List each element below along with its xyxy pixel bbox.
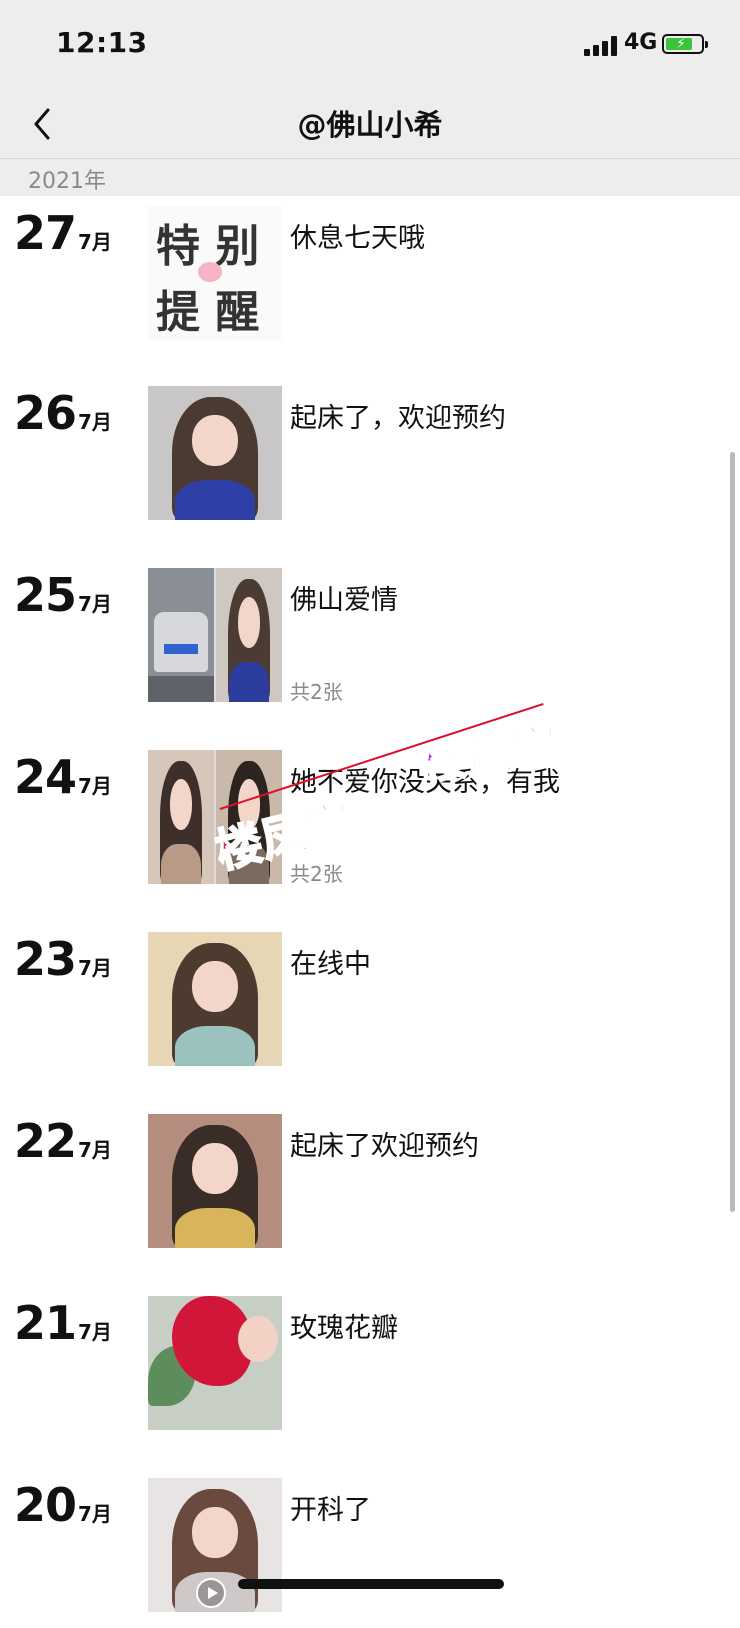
- entry-thumbnail[interactable]: [148, 1296, 282, 1430]
- portrait-photo: [148, 386, 282, 520]
- entry-date: 26 7月: [14, 390, 112, 436]
- entry-date: 23 7月: [14, 936, 112, 982]
- entry-month: 7月: [78, 592, 112, 616]
- entry-day: 25: [14, 568, 77, 622]
- battery-icon: ⚡: [662, 34, 708, 54]
- play-icon[interactable]: [196, 1578, 226, 1608]
- network-type: 4G: [624, 30, 658, 55]
- entry-month: 7月: [78, 1502, 112, 1526]
- feed-entry[interactable]: 22 7月 起床了欢迎预约: [0, 1114, 740, 1264]
- feed-entry[interactable]: 24 7月 她不爱你没关系，有我 共2张: [0, 750, 740, 900]
- year-header: 2021年: [0, 159, 740, 196]
- entry-caption: 开科了: [290, 1495, 371, 1526]
- feed-entry[interactable]: 20 7月 开科了: [0, 1478, 740, 1628]
- entry-thumbnail[interactable]: [148, 386, 282, 520]
- entry-date: 24 7月: [14, 754, 112, 800]
- photo-count: 共2张: [290, 680, 343, 704]
- entry-date: 21 7月: [14, 1300, 112, 1346]
- entry-month: 7月: [78, 230, 112, 254]
- notice-line-2: 提 醒: [156, 287, 260, 338]
- entry-month: 7月: [78, 1138, 112, 1162]
- portrait-photo: [148, 1114, 282, 1248]
- entry-caption: 在线中: [290, 949, 371, 980]
- entry-date: 25 7月: [14, 572, 112, 618]
- signal-icon: [584, 34, 620, 56]
- entry-thumbnail[interactable]: 特 别 提 醒: [148, 206, 282, 340]
- entry-thumbnail[interactable]: [148, 932, 282, 1066]
- entry-caption: 玫瑰花瓣: [290, 1313, 398, 1344]
- entry-thumbnail[interactable]: [148, 1478, 282, 1612]
- entry-caption: 佛山爱情: [290, 585, 398, 616]
- car-photo: [148, 568, 214, 702]
- entry-caption: 起床了欢迎预约: [290, 1131, 479, 1162]
- feed-entry[interactable]: 25 7月 佛山爱情 共2张: [0, 568, 740, 718]
- feed-entry[interactable]: 27 7月 特 别 提 醒 休息七天哦: [0, 206, 740, 356]
- entry-date: 20 7月: [14, 1482, 112, 1528]
- entry-thumbnail[interactable]: [148, 568, 282, 702]
- nav-bar: @佛山小希: [0, 88, 740, 159]
- page-title: @佛山小希: [297, 108, 443, 142]
- feed-entry[interactable]: 26 7月 起床了，欢迎预约: [0, 386, 740, 536]
- pig-icon: [198, 262, 222, 282]
- feed-entry[interactable]: 21 7月 玫瑰花瓣: [0, 1296, 740, 1446]
- entry-day: 27: [14, 206, 77, 260]
- year-label: 2021年: [28, 169, 106, 194]
- status-time: 12:13: [56, 26, 148, 59]
- entry-caption: 休息七天哦: [290, 223, 425, 254]
- portrait-photo: [148, 750, 214, 884]
- entry-day: 24: [14, 750, 77, 804]
- entry-day: 22: [14, 1114, 77, 1168]
- entry-day: 21: [14, 1296, 77, 1350]
- face-shape: [238, 1316, 278, 1362]
- entry-day: 26: [14, 386, 77, 440]
- scrollbar[interactable]: [730, 452, 735, 1212]
- feed-entry[interactable]: 23 7月 在线中: [0, 932, 740, 1082]
- entry-day: 23: [14, 932, 77, 986]
- home-indicator[interactable]: [238, 1579, 504, 1589]
- entry-month: 7月: [78, 410, 112, 434]
- entry-month: 7月: [78, 1320, 112, 1344]
- status-bar: 12:13 4G ⚡: [0, 0, 740, 88]
- portrait-photo: [148, 932, 282, 1066]
- entry-date: 22 7月: [14, 1118, 112, 1164]
- entry-month: 7月: [78, 956, 112, 980]
- entry-day: 20: [14, 1478, 77, 1532]
- portrait-photo: [216, 568, 282, 702]
- entry-month: 7月: [78, 774, 112, 798]
- entry-date: 27 7月: [14, 210, 112, 256]
- entry-thumbnail[interactable]: [148, 1114, 282, 1248]
- entry-caption: 起床了，欢迎预约: [290, 403, 506, 434]
